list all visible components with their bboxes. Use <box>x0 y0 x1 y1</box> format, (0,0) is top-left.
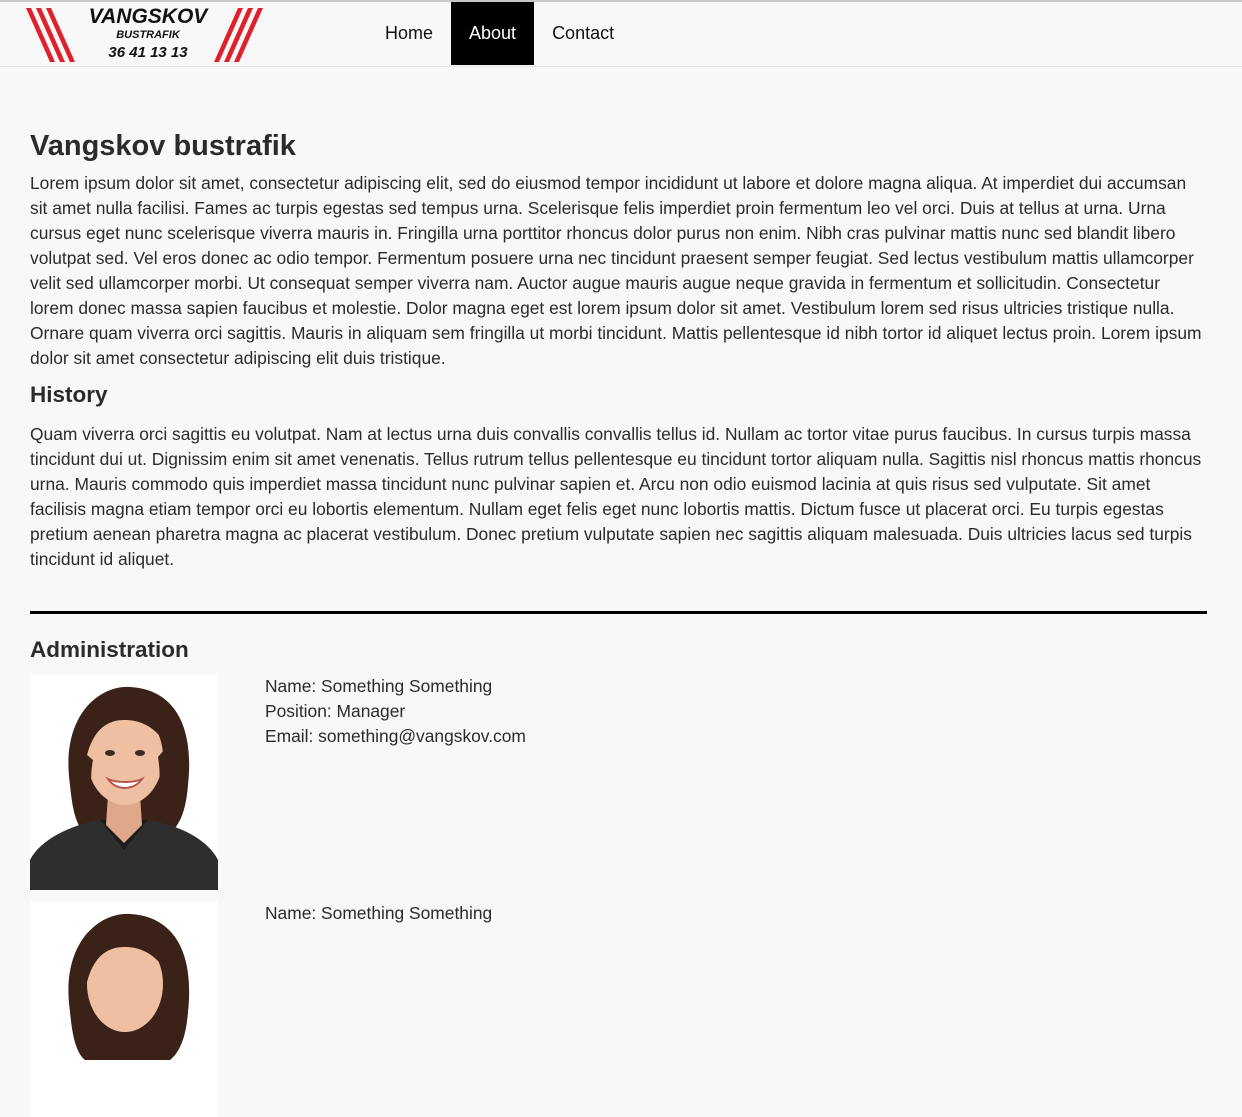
administration-heading: Administration <box>30 637 189 662</box>
staff-info: Name: Something Something <box>265 901 492 1117</box>
staff-position: Position: Manager <box>265 701 406 721</box>
logo-subtitle: BUSTRAFIK <box>116 29 181 41</box>
staff-photo <box>30 902 218 1117</box>
section-divider <box>30 611 1207 614</box>
staff-card: Name: Something Something Position: Mana… <box>30 675 1207 890</box>
logo-graphic: VANGSKOV BUSTRAFIK 36 41 13 13 <box>26 5 263 62</box>
history-heading: History <box>30 382 108 407</box>
intro-paragraph: Lorem ipsum dolor sit amet, consectetur … <box>30 173 1202 368</box>
page-title: Vangskov bustrafik <box>30 130 296 162</box>
logo-name: VANGSKOV <box>89 5 210 28</box>
staff-info: Name: Something Something Position: Mana… <box>265 674 526 890</box>
staff-email[interactable]: Email: something@vangskov.com <box>265 724 526 749</box>
main-nav: Home About Contact <box>367 2 632 65</box>
nav-about[interactable]: About <box>451 2 535 65</box>
history-paragraph: Quam viverra orci sagittis eu volutpat. … <box>30 424 1202 569</box>
site-header: VANGSKOV BUSTRAFIK 36 41 13 13 Home Abou… <box>0 2 1242 67</box>
nav-home[interactable]: Home <box>367 2 451 65</box>
main-content: Vangskov bustrafik Lorem ipsum dolor sit… <box>30 66 1207 1117</box>
logo[interactable]: VANGSKOV BUSTRAFIK 36 41 13 13 <box>24 4 272 64</box>
staff-name: Name: Something Something <box>265 676 493 696</box>
staff-name: Name: Something Something <box>265 903 493 923</box>
logo-phone: 36 41 13 13 <box>108 44 188 61</box>
staff-card: Name: Something Something <box>30 902 1207 1117</box>
nav-contact[interactable]: Contact <box>534 2 632 65</box>
staff-photo <box>30 675 218 890</box>
